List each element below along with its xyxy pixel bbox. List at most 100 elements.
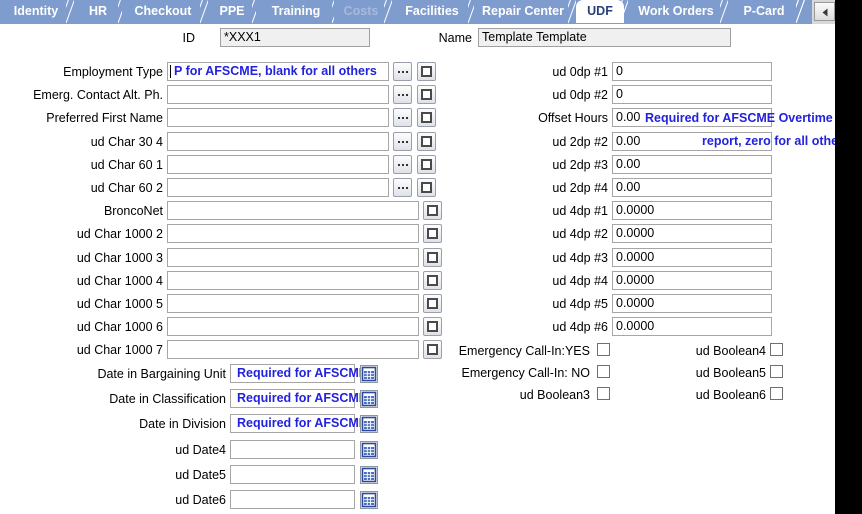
numeric-input-5[interactable]: 0.00	[612, 178, 772, 197]
tab-label: PPE	[219, 4, 245, 18]
field-input-5[interactable]	[167, 178, 389, 197]
date-input-1[interactable]: Required for AFSCME	[230, 389, 367, 408]
date-input-5[interactable]	[230, 490, 355, 509]
calendar-icon	[361, 366, 377, 382]
tab-label: Costs	[343, 4, 379, 18]
field-label-7: ud Char 1000 2	[76, 227, 163, 241]
tab-p-card[interactable]: P-Card	[728, 0, 800, 23]
ellipsis-icon	[394, 86, 411, 103]
checkbox-label-left-2: ud Boolean3	[519, 388, 590, 402]
checkbox-right-2[interactable]	[770, 387, 783, 400]
date-input-0[interactable]: Required for AFSCME	[230, 364, 367, 383]
date-label-5: ud Date6	[175, 493, 226, 507]
tab-checkout[interactable]: Checkout	[122, 0, 204, 23]
date-label-2: Date in Division	[139, 417, 226, 431]
numeric-label-8: ud 4dp #3	[552, 251, 608, 265]
numeric-label-3: ud 2dp #2	[552, 135, 608, 149]
tab-label: Facilities	[405, 4, 459, 18]
checkbox-label-left-1: Emergency Call-In: NO	[461, 366, 590, 380]
numeric-input-10[interactable]: 0.0000	[612, 294, 772, 313]
field-input-2[interactable]	[167, 108, 389, 127]
date-label-0: Date in Bargaining Unit	[97, 367, 226, 381]
field-input-7[interactable]	[167, 224, 419, 243]
ellipsis-button-5[interactable]	[393, 178, 412, 197]
checkbox-right-0[interactable]	[770, 343, 783, 356]
name-label: Name	[438, 31, 472, 45]
numeric-label-4: ud 2dp #3	[552, 158, 608, 172]
tab-training[interactable]: Training	[256, 0, 336, 23]
field-input-11[interactable]	[167, 317, 419, 336]
field-input-4[interactable]	[167, 155, 389, 174]
tab-bar: Identity HR Checkout PPE Training Costs Facili…	[0, 0, 835, 24]
checkbox-right-1[interactable]	[770, 365, 783, 378]
field-input-0[interactable]: P for AFSCME, blank for all others	[167, 62, 389, 81]
tab-label: HR	[88, 4, 108, 18]
date-label-1: Date in Classification	[109, 392, 226, 406]
calendar-button-2[interactable]	[360, 415, 378, 433]
checkbox-label-right-2: ud Boolean6	[695, 388, 766, 402]
field-label-1: Emerg. Contact Alt. Ph.	[33, 88, 163, 102]
ellipsis-icon	[394, 63, 411, 80]
ellipsis-button-3[interactable]	[393, 132, 412, 151]
numeric-input-1[interactable]: 0	[612, 85, 772, 104]
field-input-8[interactable]	[167, 248, 419, 267]
tab-label: Repair Center	[482, 4, 564, 18]
numeric-label-7: ud 4dp #2	[552, 227, 608, 241]
date-input-4[interactable]	[230, 465, 355, 484]
calendar-button-4[interactable]	[360, 466, 378, 484]
udf-form-page: Identity HR Checkout PPE Training Costs Facili…	[0, 0, 835, 514]
field-label-6: BroncoNet	[103, 204, 163, 218]
date-input-2[interactable]: Required for AFSCME	[230, 414, 367, 433]
tab-label: P-Card	[743, 4, 785, 18]
calendar-button-3[interactable]	[360, 441, 378, 459]
calendar-icon	[361, 492, 377, 508]
calendar-button-1[interactable]	[360, 390, 378, 408]
tab-hr[interactable]: HR	[74, 0, 122, 23]
tab-work-orders[interactable]: Work Orders	[628, 0, 724, 23]
ellipsis-button-0[interactable]	[393, 62, 412, 81]
tab-label: UDF	[587, 4, 613, 18]
field-input-6[interactable]	[167, 201, 419, 220]
field-label-2: Preferred First Name	[46, 111, 163, 125]
field-label-12: ud Char 1000 7	[76, 343, 163, 357]
id-field[interactable]: *XXX1	[220, 28, 370, 47]
tab-udf[interactable]: UDF	[576, 0, 624, 23]
numeric-input-11[interactable]: 0.0000	[612, 317, 772, 336]
numeric-input-0[interactable]: 0	[612, 62, 772, 81]
calendar-button-5[interactable]	[360, 491, 378, 509]
tab-scroll-buttons	[812, 0, 835, 24]
tab-label: Work Orders	[638, 4, 714, 18]
tab-ppe[interactable]: PPE	[208, 0, 256, 23]
calendar-button-0[interactable]	[360, 365, 378, 383]
tab-repair-center[interactable]: Repair Center	[474, 0, 572, 23]
field-label-4: ud Char 60 1	[90, 158, 163, 172]
tab-label: Checkout	[134, 4, 192, 18]
ellipsis-button-1[interactable]	[393, 85, 412, 104]
right-edge-filler	[835, 0, 862, 514]
ellipsis-icon	[394, 156, 411, 173]
name-field[interactable]: Template Template	[478, 28, 731, 47]
numeric-input-7[interactable]: 0.0000	[612, 224, 772, 243]
numeric-input-4[interactable]: 0.00	[612, 155, 772, 174]
field-input-1[interactable]	[167, 85, 389, 104]
tab-scroll-left-button[interactable]	[814, 2, 835, 21]
numeric-input-6[interactable]: 0.0000	[612, 201, 772, 220]
numeric-input-9[interactable]: 0.0000	[612, 271, 772, 290]
date-input-3[interactable]	[230, 440, 355, 459]
field-label-3: ud Char 30 4	[90, 135, 163, 149]
numeric-label-0: ud 0dp #1	[552, 65, 608, 79]
field-label-10: ud Char 1000 5	[76, 297, 163, 311]
tab-identity[interactable]: Identity	[2, 0, 70, 23]
field-input-12[interactable]	[167, 340, 419, 359]
calendar-icon	[361, 416, 377, 432]
field-input-3[interactable]	[167, 132, 389, 151]
field-input-9[interactable]	[167, 271, 419, 290]
numeric-input-8[interactable]: 0.0000	[612, 248, 772, 267]
ellipsis-button-4[interactable]	[393, 155, 412, 174]
tab-facilities[interactable]: Facilities	[392, 0, 472, 23]
field-input-10[interactable]	[167, 294, 419, 313]
ellipsis-button-2[interactable]	[393, 108, 412, 127]
offset-hours-annotation-line2: report, zero for all others	[702, 134, 835, 148]
tab-costs: Costs	[334, 0, 388, 23]
field-label-11: ud Char 1000 6	[76, 320, 163, 334]
